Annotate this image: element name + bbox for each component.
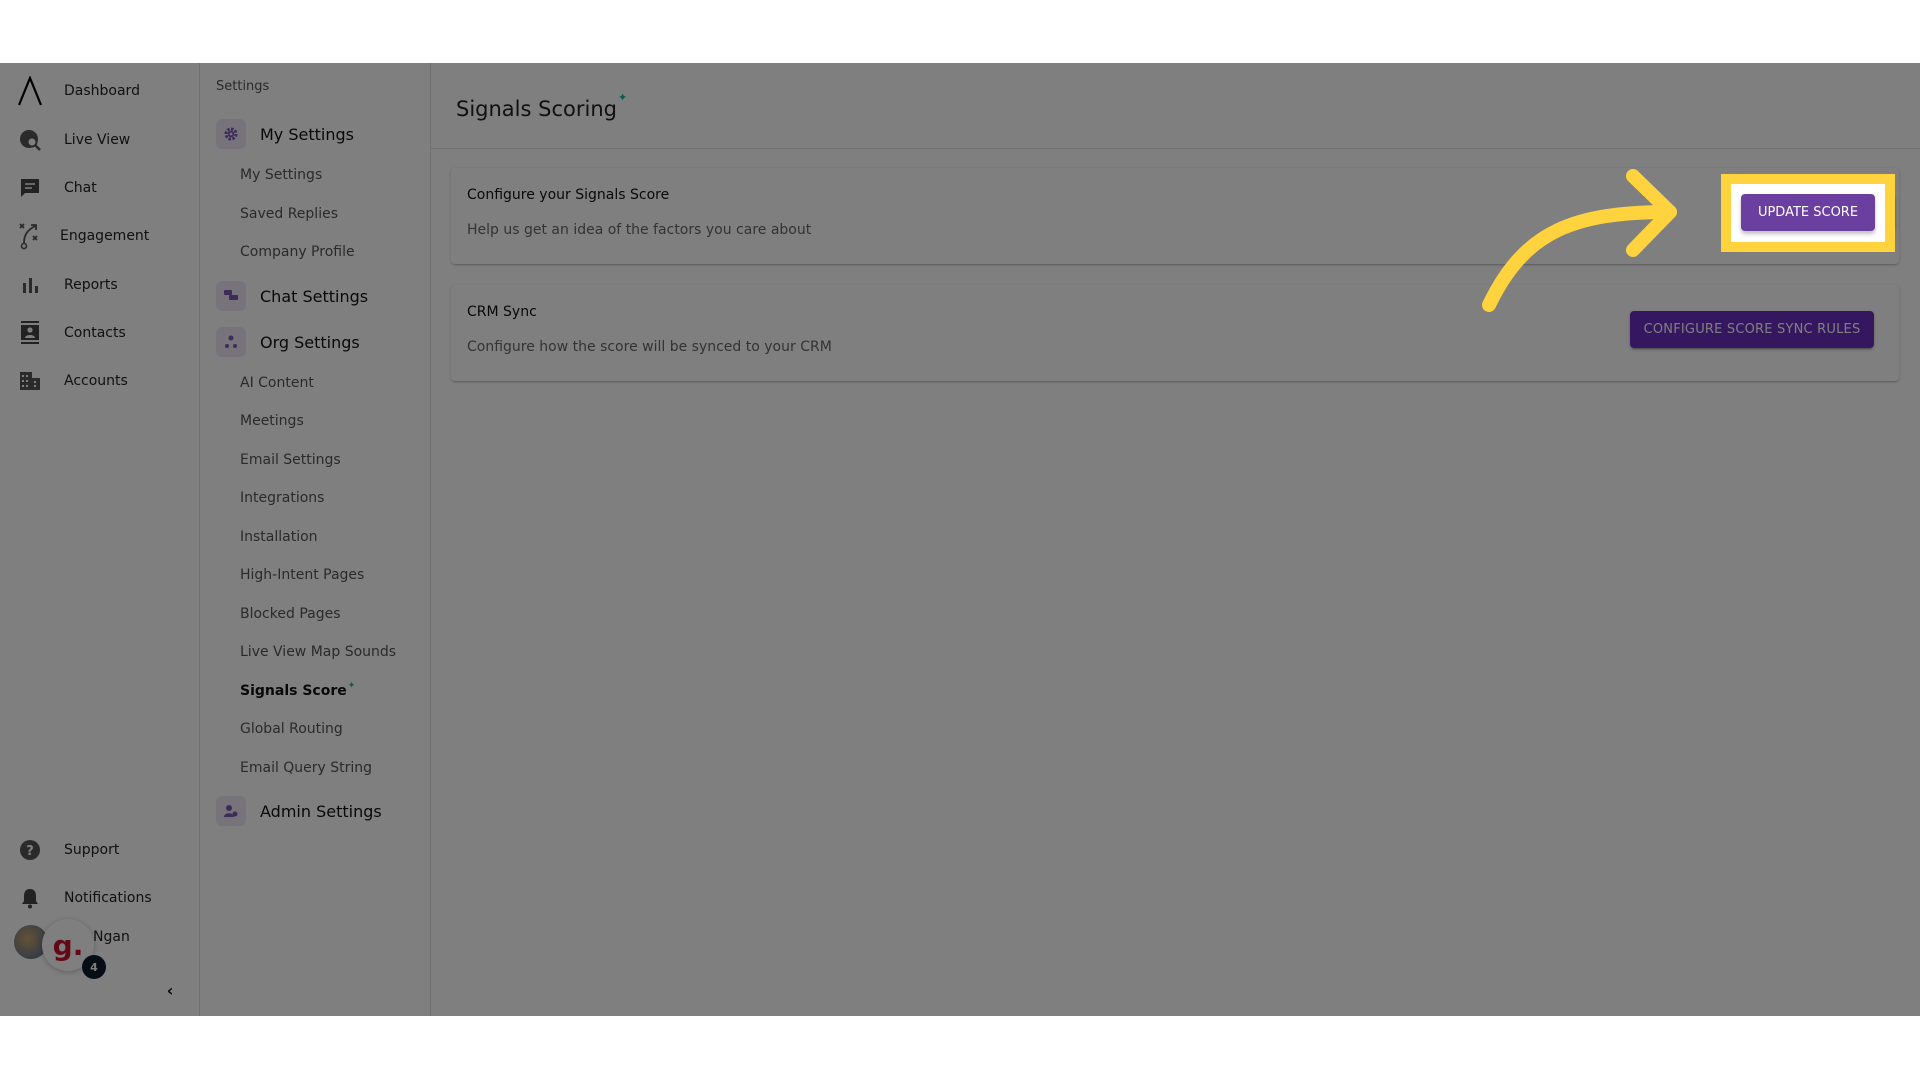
group-label: Chat Settings: [260, 286, 369, 306]
page-title-text: Signals Scoring: [456, 97, 617, 121]
settings-item-global-routing[interactable]: Global Routing: [240, 721, 343, 737]
card-description: Help us get an idea of the factors you c…: [467, 222, 812, 238]
user-profile[interactable]: g. 4 Ngan: [12, 919, 192, 979]
settings-item-my-settings[interactable]: My Settings: [240, 167, 322, 183]
main-content: Signals Scoring✦ Configure your Signals …: [431, 63, 1920, 1016]
crm-sync-card: CRM Sync Configure how the score will be…: [451, 285, 1899, 381]
nav-item-reports[interactable]: Reports: [0, 265, 200, 305]
nav-item-support[interactable]: ? Support: [0, 830, 200, 870]
group-label: Admin Settings: [260, 801, 382, 821]
chat-bubbles-icon: [216, 281, 246, 311]
highlighted-update-score-button[interactable]: UPDATE SCORE: [1741, 194, 1875, 231]
settings-panel: Settings My Settings My Settings Saved R…: [200, 63, 431, 1016]
contact-card-icon: [17, 320, 43, 346]
settings-item-saved-replies[interactable]: Saved Replies: [240, 206, 338, 222]
nav-label: Reports: [64, 277, 118, 293]
settings-item-signals-score[interactable]: Signals Score✦: [240, 681, 356, 699]
admin-icon: [216, 796, 246, 826]
collapse-sidebar-button[interactable]: ‹: [160, 980, 180, 1000]
active-item-label: Signals Score: [240, 683, 347, 699]
nav-item-dashboard[interactable]: Dashboard: [0, 71, 200, 111]
group-label: My Settings: [260, 124, 354, 144]
group-label: Org Settings: [260, 332, 360, 352]
settings-group-admin-settings[interactable]: Admin Settings: [216, 796, 382, 826]
notification-count-badge: 4: [82, 955, 106, 979]
bar-chart-icon: [17, 272, 43, 298]
settings-item-high-intent-pages[interactable]: High-Intent Pages: [240, 567, 364, 583]
nav-label: Notifications: [64, 890, 152, 906]
settings-item-email-settings[interactable]: Email Settings: [240, 452, 341, 468]
card-description: Configure how the score will be synced t…: [467, 339, 832, 355]
nav-label: Engagement: [60, 228, 150, 244]
settings-item-integrations[interactable]: Integrations: [240, 490, 324, 506]
logo-icon: [17, 76, 43, 106]
nav-item-chat[interactable]: Chat: [0, 168, 200, 208]
settings-item-live-view-map-sounds[interactable]: Live View Map Sounds: [240, 644, 396, 660]
nav-label: Accounts: [64, 373, 128, 389]
app-window: Dashboard Live View Chat Engagement Repo…: [0, 63, 1920, 1016]
nav-label: Chat: [64, 180, 97, 196]
gear-icon: [216, 119, 246, 149]
settings-item-company-profile[interactable]: Company Profile: [240, 244, 355, 260]
nav-item-contacts[interactable]: Contacts: [0, 313, 200, 353]
settings-group-my-settings[interactable]: My Settings: [216, 119, 354, 149]
nav-label: Live View: [64, 132, 131, 148]
globe-search-icon: [17, 127, 43, 153]
strategy-icon: [17, 223, 43, 250]
settings-item-blocked-pages[interactable]: Blocked Pages: [240, 606, 341, 622]
sparkle-icon: ✦: [617, 91, 628, 104]
configure-score-sync-rules-button[interactable]: CONFIGURE SCORE SYNC RULES: [1630, 311, 1874, 348]
nav-item-notifications[interactable]: Notifications: [0, 878, 200, 918]
user-name: Ngan: [93, 929, 130, 945]
page-title: Signals Scoring✦: [456, 91, 627, 121]
settings-item-meetings[interactable]: Meetings: [240, 413, 304, 429]
main-nav: Dashboard Live View Chat Engagement Repo…: [0, 63, 200, 1016]
settings-item-ai-content[interactable]: AI Content: [240, 375, 314, 391]
card-title: Configure your Signals Score: [467, 187, 670, 203]
card-title: CRM Sync: [467, 304, 537, 320]
settings-item-installation[interactable]: Installation: [240, 529, 318, 545]
org-icon: [216, 327, 246, 357]
nav-item-engagement[interactable]: Engagement: [0, 216, 200, 256]
building-icon: [17, 368, 43, 394]
nav-item-live-view[interactable]: Live View: [0, 120, 200, 160]
bell-icon: [17, 885, 43, 911]
settings-panel-title: Settings: [216, 79, 270, 94]
help-icon: ?: [17, 837, 43, 863]
page-header: Signals Scoring✦: [431, 63, 1920, 149]
nav-item-accounts[interactable]: Accounts: [0, 361, 200, 401]
settings-group-org-settings[interactable]: Org Settings: [216, 327, 360, 357]
svg-text:?: ?: [26, 844, 34, 859]
nav-label: Support: [64, 842, 120, 858]
nav-label: Contacts: [64, 325, 126, 341]
nav-label: Dashboard: [64, 83, 140, 99]
chevron-left-icon: ‹: [166, 980, 174, 1000]
settings-group-chat-settings[interactable]: Chat Settings: [216, 281, 368, 311]
sparkle-icon: ✦: [347, 681, 356, 691]
signals-score-card: Configure your Signals Score Help us get…: [451, 168, 1899, 264]
settings-item-email-query-string[interactable]: Email Query String: [240, 760, 372, 776]
chat-icon: [17, 175, 43, 201]
